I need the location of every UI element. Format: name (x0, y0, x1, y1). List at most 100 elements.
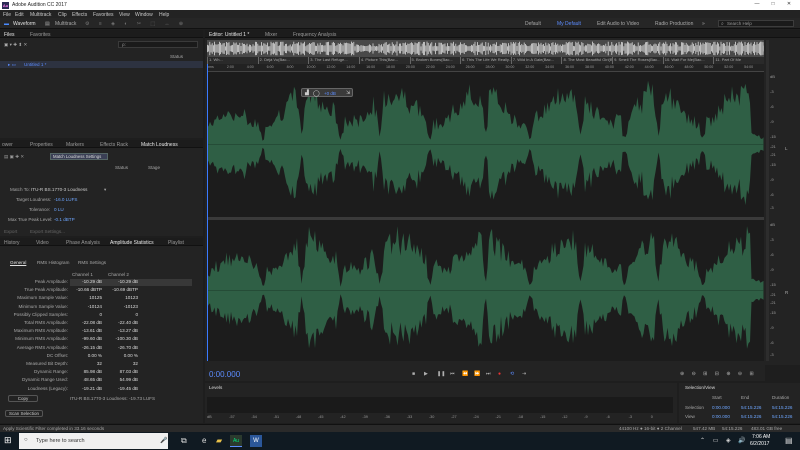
menu-effects[interactable]: Effects (72, 12, 87, 18)
playhead[interactable] (207, 64, 208, 361)
volume-knob-icon[interactable]: ◯ (313, 90, 320, 97)
tab-properties[interactable]: Properties (30, 142, 53, 148)
minimize-button[interactable]: — (752, 1, 762, 7)
target-loudness-value[interactable]: -16.0 LUFS (54, 197, 78, 202)
current-time-display[interactable]: 0:00.000 (209, 370, 240, 379)
stat-ch1-value[interactable]: 0.00 % (72, 353, 102, 358)
stat-ch2-value[interactable]: 32 (108, 361, 138, 366)
menu-favorites[interactable]: Favorites (93, 12, 114, 18)
tolerance-value[interactable]: 0 LU (54, 207, 64, 212)
multitrack-mode-button[interactable]: Multitrack (55, 21, 76, 27)
tab-effects-rack[interactable]: Effects Rack (100, 142, 128, 148)
stat-ch2-value[interactable]: -26.70 dB (108, 345, 138, 350)
files-search-input[interactable]: ρ: (118, 41, 198, 48)
word-taskbar-icon[interactable]: W (250, 435, 262, 447)
tab-mixer[interactable]: Mixer (265, 32, 277, 38)
max-true-peak-value[interactable]: -0.1 dBTP (54, 217, 75, 222)
maximize-button[interactable]: □ (768, 1, 778, 7)
waveform-mode-button[interactable]: Waveform (13, 21, 36, 27)
stat-ch2-value[interactable]: -10123 (108, 304, 138, 309)
workspace-default[interactable]: Default (525, 21, 541, 27)
stat-ch2-value[interactable]: -19.45 dB (108, 386, 138, 391)
copy-button[interactable]: Copy (8, 395, 38, 402)
view-duration[interactable]: 54:15.226 (772, 414, 792, 419)
stat-ch1-value[interactable]: -19.21 dB (72, 386, 102, 391)
marker-label[interactable]: 8. The Most Beautiful Girl(Bac... (561, 57, 612, 64)
microphone-icon[interactable]: 🎤 (160, 437, 167, 444)
edge-browser-icon[interactable]: e (202, 436, 206, 445)
multitrack-mode-icon[interactable]: ▤ (45, 21, 50, 27)
menu-file[interactable]: File (3, 12, 11, 18)
match-to-select[interactable]: ITU-R BS.1770-3 Loudness (31, 187, 87, 192)
workspace-overflow-icon[interactable]: » (702, 21, 705, 27)
marker-label[interactable]: 5. Broken Bones(Bac... (409, 57, 461, 64)
stat-ch2-value[interactable]: -10.29 dB (108, 279, 138, 284)
files-toolbar-icons[interactable]: ▣ ▾ ✚ ⬍ ✕ (4, 42, 27, 48)
selection-view-title[interactable]: Selection/View (685, 385, 715, 390)
tab-editor[interactable]: Editor: Untitled 1 * (209, 32, 249, 38)
rewind-icon[interactable]: ⏪ (462, 371, 468, 377)
stat-ch1-value[interactable]: -10.66 dBTP (72, 287, 102, 292)
fast-forward-icon[interactable]: ⏩ (474, 371, 480, 377)
tab-match-loudness[interactable]: Match Loudness (141, 142, 178, 148)
tab-properties-trunc[interactable]: ower (2, 142, 13, 148)
file-expand-icon[interactable]: ▸ ▭ (8, 62, 16, 68)
subtab-rms-histogram[interactable]: RMS Histogram (37, 260, 69, 265)
stat-ch1-value[interactable]: -99.60 dB (72, 336, 102, 341)
tab-favorites[interactable]: Favorites (30, 32, 51, 38)
levels-title[interactable]: Levels (209, 385, 222, 390)
windows-start-icon[interactable]: ⊞ (4, 435, 12, 446)
stat-ch2-value[interactable]: 0 (108, 312, 138, 317)
marker-label[interactable]: 4. Picture This(Bac... (358, 57, 410, 64)
pause-icon[interactable]: ❚❚ (437, 371, 445, 377)
file-explorer-icon[interactable]: ▰ (216, 436, 222, 445)
loop-icon[interactable]: ⟲ (510, 371, 514, 377)
tab-markers[interactable]: Markers (66, 142, 84, 148)
waveform-channel-right[interactable] (207, 220, 764, 361)
vertical-scrollbar[interactable] (766, 40, 769, 361)
selection-end[interactable]: 54:15.226 (741, 405, 761, 410)
next-icon[interactable]: ⏭ (486, 371, 491, 377)
overview-bar[interactable] (207, 40, 765, 57)
marker-label[interactable]: 9. Smell The Roses(Bac... (612, 57, 663, 64)
skip-icon[interactable]: ⇥ (522, 371, 526, 377)
play-icon[interactable]: ▶ (424, 371, 428, 377)
chevron-down-icon[interactable]: ▾ (104, 187, 106, 193)
marker-label[interactable]: 3. The Last Refuge... (308, 57, 359, 64)
stat-ch1-value[interactable]: 32 (72, 361, 102, 366)
marker-label[interactable]: 1. Wh... (207, 57, 258, 64)
channel-r-label[interactable]: R (785, 290, 788, 295)
loudness-toolbar-icons[interactable]: ▤ ▣ ✚ ✕ (4, 154, 24, 160)
time-ruler[interactable]: hms 2:00 4:00 6:00 8:00 10:00 12:00 14:00 16:00 1… (207, 64, 764, 72)
marker-label[interactable]: 11. Part Of Me (713, 57, 764, 64)
subtab-rms-settings[interactable]: RMS Settings (78, 260, 106, 265)
menu-clip[interactable]: Clip (58, 12, 67, 18)
waveform-mode-icon[interactable]: ▬ (4, 21, 9, 27)
tray-icons[interactable]: ⌃ ▭ ◈ 🔊 (700, 437, 749, 444)
stat-ch2-value[interactable]: -100.30 dB (108, 336, 138, 341)
tab-video[interactable]: Video (36, 240, 49, 246)
stat-ch2-value[interactable]: 87.03 dB (108, 369, 138, 374)
close-button[interactable]: ✕ (784, 1, 794, 7)
clock-time[interactable]: 7:06 AM (752, 434, 770, 440)
marker-label[interactable]: 7. Wild In A Gale(Bac... (510, 57, 562, 64)
subtab-general[interactable]: General (10, 260, 26, 265)
tab-frequency-analysis[interactable]: Frequency Analysis (293, 32, 336, 38)
export-settings-button[interactable]: Export Settings... (30, 229, 65, 234)
zoom-icons[interactable]: ⊕ ⊖ ⊞ ⊟ ⊕ ⊖ ⊞ (680, 371, 757, 377)
previous-icon[interactable]: ⏮ (450, 371, 455, 377)
tool-icons[interactable]: ⚙ ≡ ◈ ◐ ✂ ⬚ ↔ ⊕ (85, 21, 187, 27)
tab-phase-analysis[interactable]: Phase Analysis (66, 240, 100, 246)
export-button[interactable]: Export (4, 229, 17, 234)
hud-volume-value[interactable]: +0 dB (324, 91, 336, 96)
scan-selection-button[interactable]: Scan Selection (5, 410, 43, 417)
stat-ch1-value[interactable]: -10124 (72, 304, 102, 309)
stat-ch1-value[interactable]: -22.08 dB (72, 320, 102, 325)
audition-taskbar-icon[interactable]: Au (230, 435, 242, 447)
search-help-input[interactable]: Search Help (718, 20, 794, 27)
stop-icon[interactable]: ■ (412, 371, 415, 377)
stat-ch1-value[interactable]: 0 (72, 312, 102, 317)
tab-files[interactable]: Files (4, 32, 15, 38)
stat-ch1-value[interactable]: 10125 (72, 295, 102, 300)
clock-date[interactable]: 6/2/2017 (750, 441, 769, 447)
